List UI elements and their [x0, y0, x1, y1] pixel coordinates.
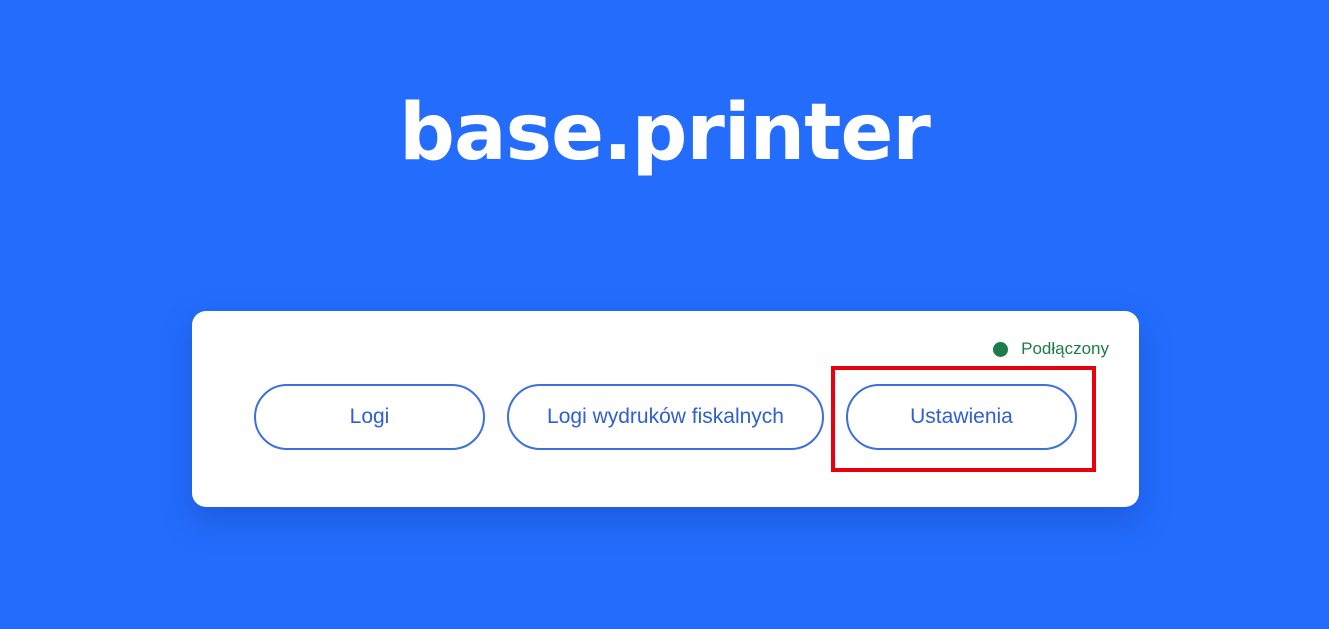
- main-panel: Podłączony Logi Logi wydruków fiskalnych…: [192, 311, 1139, 507]
- status-dot-icon: [993, 341, 1009, 357]
- logs-button[interactable]: Logi: [254, 384, 485, 450]
- settings-button[interactable]: Ustawienia: [846, 384, 1077, 450]
- app-logo: base.printer: [399, 88, 931, 178]
- fiscal-logs-button[interactable]: Logi wydruków fiskalnych: [507, 384, 824, 450]
- status-label: Podłączony: [1021, 339, 1109, 358]
- connection-status: Podłączony: [993, 339, 1109, 359]
